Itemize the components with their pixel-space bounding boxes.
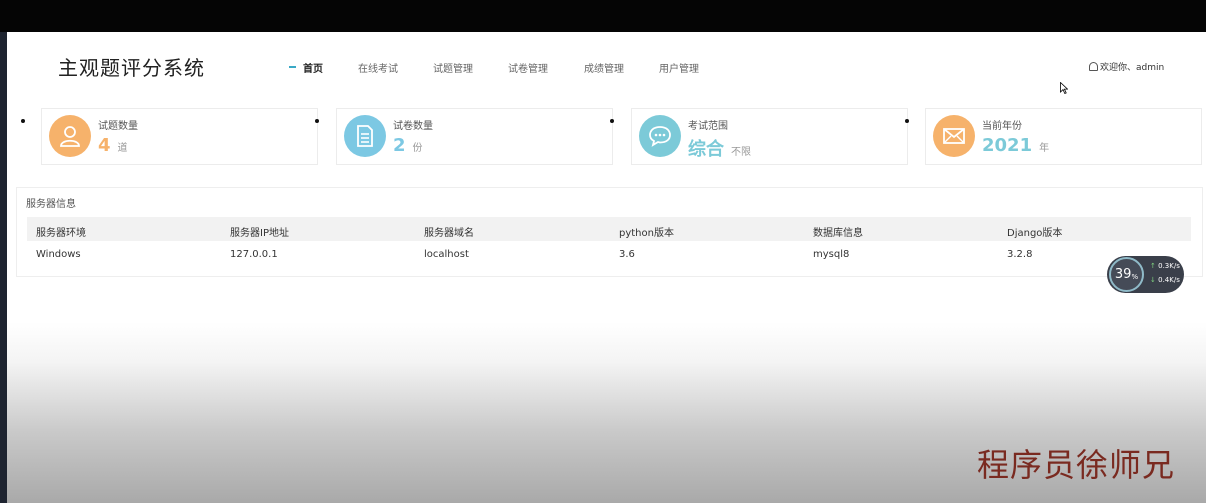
bullet-dot: [315, 119, 319, 123]
stat-label: 试卷数量: [393, 121, 433, 132]
stat-unit: 不限: [731, 147, 751, 158]
table-cell: localhost: [424, 249, 469, 260]
network-speed-widget[interactable]: 39% ↑ 0.3K/s ↓ 0.4K/s: [1107, 256, 1184, 293]
column-header: 服务器环境: [36, 228, 86, 239]
table-cell: 3.6: [619, 249, 635, 260]
table-cell: Windows: [36, 249, 81, 260]
stat-card-exam-scope[interactable]: 考试范围 综合 不限: [631, 108, 908, 165]
download-speed: ↓ 0.4K/s: [1150, 276, 1180, 284]
column-header: 服务器IP地址: [230, 228, 289, 239]
table-cell: 127.0.0.1: [230, 249, 278, 260]
bullet-dot: [610, 119, 614, 123]
usage-percent: 39: [1114, 267, 1132, 282]
table-cell: 3.2.8: [1007, 249, 1033, 260]
stat-value: 综合 不限: [688, 135, 751, 161]
stat-number: 4: [98, 135, 111, 156]
upload-value: 0.3: [1158, 262, 1170, 270]
download-unit: K/s: [1169, 276, 1180, 284]
stat-number: 2021: [982, 135, 1033, 156]
stat-label: 当前年份: [982, 121, 1022, 132]
watermark-text: 程序员徐师兄: [977, 446, 1176, 484]
server-info-panel: 服务器信息 服务器环境 服务器IP地址 服务器域名 python版本 数据库信息…: [16, 187, 1203, 277]
welcome-text: 欢迎你、admin: [1100, 63, 1165, 73]
stat-card-questions[interactable]: 试题数量 4道: [41, 108, 318, 165]
cpu-usage-ring: 39%: [1109, 257, 1144, 292]
nav-item-paper-management[interactable]: 试卷管理: [508, 60, 548, 75]
column-header: 数据库信息: [813, 228, 863, 239]
column-header: Django版本: [1007, 228, 1063, 239]
mouse-cursor-icon: [1060, 82, 1068, 94]
stat-card-current-year[interactable]: 当前年份 2021 年: [925, 108, 1202, 165]
stat-card-papers[interactable]: 试卷数量 2份: [336, 108, 613, 165]
stat-number: 2: [393, 135, 406, 156]
envelope-icon: [933, 115, 975, 157]
user-icon: [49, 115, 91, 157]
download-value: 0.4: [1158, 276, 1170, 284]
stat-unit: 年: [1039, 143, 1050, 154]
welcome-user-link[interactable]: 欢迎你、admin: [1089, 60, 1164, 73]
page: 主观题评分系统 首页 在线考试 试题管理 试卷管理 成绩管理 用户管理 欢迎你、…: [7, 32, 1206, 503]
bullet-dot: [905, 119, 909, 123]
usage-percent-unit: %: [1131, 273, 1139, 281]
arrow-down-icon: ↓: [1150, 276, 1156, 284]
table-header: 服务器环境 服务器IP地址 服务器域名 python版本 数据库信息 Djang…: [27, 217, 1191, 241]
app-logo: 主观题评分系统: [58, 56, 205, 80]
nav-item-user-management[interactable]: 用户管理: [659, 60, 699, 75]
stat-value: 4道: [98, 135, 128, 156]
active-nav-indicator: [289, 66, 296, 68]
document-icon: [344, 115, 386, 157]
table-cell: mysql8: [813, 249, 850, 260]
column-header: 服务器域名: [424, 228, 474, 239]
upload-unit: K/s: [1169, 262, 1180, 270]
nav-item-home[interactable]: 首页: [303, 60, 323, 75]
stat-value: 2021 年: [982, 135, 1049, 156]
stat-value: 2份: [393, 135, 423, 156]
table-row: Windows 127.0.0.1 localhost 3.6 mysql8 3…: [27, 242, 1191, 266]
bullet-dot: [21, 119, 25, 123]
nav-item-online-exam[interactable]: 在线考试: [358, 60, 398, 75]
panel-title: 服务器信息: [26, 199, 76, 210]
column-header: python版本: [619, 228, 674, 239]
arrow-up-icon: ↑: [1150, 262, 1156, 270]
stat-label: 试题数量: [98, 121, 138, 132]
stat-unit: 道: [117, 143, 128, 154]
stat-unit: 份: [412, 143, 423, 154]
chat-bubble-icon: [639, 115, 681, 157]
stat-label: 考试范围: [688, 121, 728, 132]
nav-item-score-management[interactable]: 成绩管理: [584, 60, 624, 75]
top-black-bar: [0, 0, 1206, 32]
stat-number: 综合: [688, 139, 724, 160]
user-outline-icon: [1089, 62, 1098, 71]
upload-speed: ↑ 0.3K/s: [1150, 262, 1180, 270]
nav-item-question-management[interactable]: 试题管理: [433, 60, 473, 75]
left-desktop-strip: [0, 32, 7, 503]
